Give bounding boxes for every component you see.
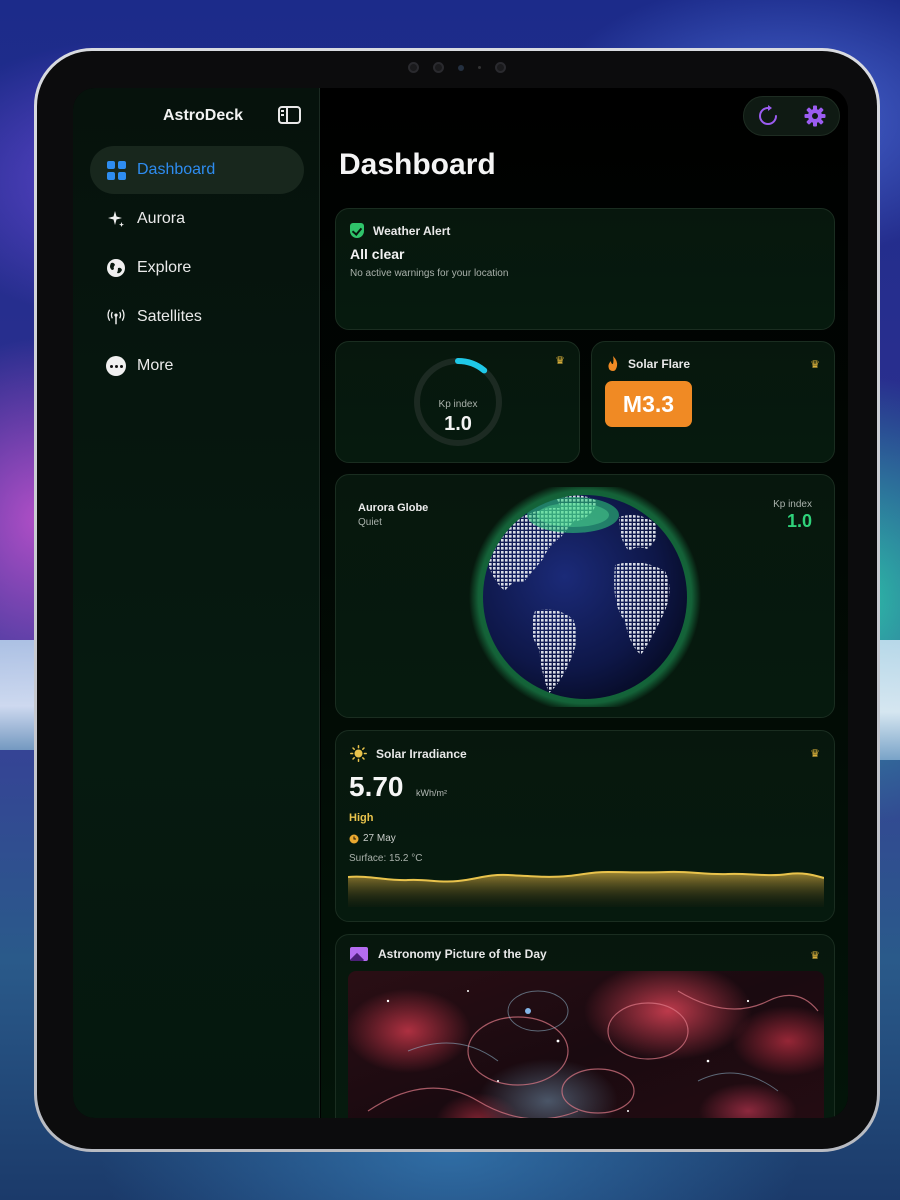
irradiance-unit: kWh/m²	[416, 788, 447, 798]
sidebar-header: AstroDeck	[73, 88, 319, 142]
shield-check-icon	[350, 223, 364, 238]
sidebar-item-dashboard[interactable]: Dashboard	[90, 146, 304, 194]
kp-value: 1.0	[444, 413, 472, 435]
sun-clock-icon	[349, 834, 359, 843]
irradiance-sparkline	[348, 870, 824, 907]
app-title: AstroDeck	[163, 107, 244, 124]
refresh-icon	[758, 105, 777, 125]
weather-alert-title: Weather Alert	[373, 223, 451, 238]
top-actions	[743, 96, 840, 136]
screen: AstroDeck Dashboard Aurora Explore Satel…	[73, 88, 848, 1118]
irradiance-value: 5.70	[349, 771, 404, 802]
kp-label: Kp index	[438, 399, 478, 410]
crown-icon: ♛	[555, 355, 565, 367]
solar-flare-card[interactable]: ♛ Solar Flare M3.3	[591, 341, 835, 463]
more-icon	[106, 356, 126, 376]
aurora-globe[interactable]	[469, 481, 701, 713]
irradiance-surface-temp: Surface: 15.2 °C	[349, 853, 423, 864]
sidebar-item-label: Aurora	[137, 210, 186, 227]
sidebar-item-label: Explore	[137, 259, 192, 276]
refresh-button[interactable]	[755, 103, 781, 129]
photo-icon	[350, 947, 368, 961]
grid-icon	[106, 160, 126, 180]
crown-icon: ♛	[810, 359, 820, 371]
weather-alert-status: All clear	[350, 246, 405, 262]
sidebar-item-aurora[interactable]: Aurora	[90, 195, 304, 243]
antenna-icon	[106, 307, 126, 327]
sidebar-nav: Dashboard Aurora Explore Satellites More	[90, 146, 304, 391]
sidebar-item-satellites[interactable]: Satellites	[90, 293, 304, 341]
page-title: Dashboard	[339, 148, 496, 181]
camera-bar	[408, 62, 506, 73]
solar-irradiance-title: Solar Irradiance	[376, 746, 467, 761]
sparkle-icon	[106, 209, 126, 229]
sidebar-item-label: Satellites	[137, 308, 202, 325]
sidebar: AstroDeck Dashboard Aurora Explore Satel…	[73, 88, 320, 1118]
settings-button[interactable]	[802, 103, 828, 129]
sun-icon	[350, 745, 367, 762]
weather-alert-message: No active warnings for your location	[350, 268, 509, 279]
irradiance-level: High	[349, 812, 374, 824]
weather-alert-card[interactable]: Weather Alert All clear No active warnin…	[335, 208, 835, 330]
crown-icon: ♛	[810, 748, 820, 760]
sidebar-item-label: More	[137, 357, 174, 374]
main-content: Dashboard Weather Alert All clear No act…	[321, 88, 848, 1118]
tablet-frame: AstroDeck Dashboard Aurora Explore Satel…	[34, 48, 880, 1152]
gear-icon	[804, 105, 826, 127]
globe-kp-value: 1.0	[786, 511, 812, 531]
aurora-globe-card[interactable]: Aurora Globe Quiet Kp index 1.0	[335, 474, 835, 718]
kp-gauge: Kp index 1.0	[412, 356, 504, 448]
sidebar-item-more[interactable]: More	[90, 342, 304, 390]
crown-icon: ♛	[810, 950, 820, 962]
irradiance-date: 27 May	[349, 833, 396, 844]
sidebar-toggle-icon[interactable]	[278, 106, 301, 124]
aurora-globe-subtitle: Quiet	[358, 517, 382, 528]
aurora-globe-title: Aurora Globe	[358, 502, 429, 514]
solar-flare-title: Solar Flare	[628, 357, 691, 371]
solar-flare-value: M3.3	[605, 381, 692, 427]
apod-title: Astronomy Picture of the Day	[378, 947, 547, 961]
globe-kp-label: Kp index	[773, 499, 812, 510]
sidebar-item-explore[interactable]: Explore	[90, 244, 304, 292]
sidebar-item-label: Dashboard	[137, 161, 216, 178]
kp-index-card[interactable]: ♛ Kp index 1.0	[335, 341, 580, 463]
apod-image[interactable]	[348, 971, 824, 1118]
globe-icon	[106, 258, 126, 278]
solar-irradiance-card[interactable]: ♛ Solar Irradiance 5.70 kWh/m² High 27 M…	[335, 730, 835, 922]
apod-card[interactable]: ♛ Astronomy Picture of the Day	[335, 934, 835, 1118]
irradiance-date-text: 27 May	[363, 833, 396, 844]
flame-icon	[608, 356, 618, 371]
